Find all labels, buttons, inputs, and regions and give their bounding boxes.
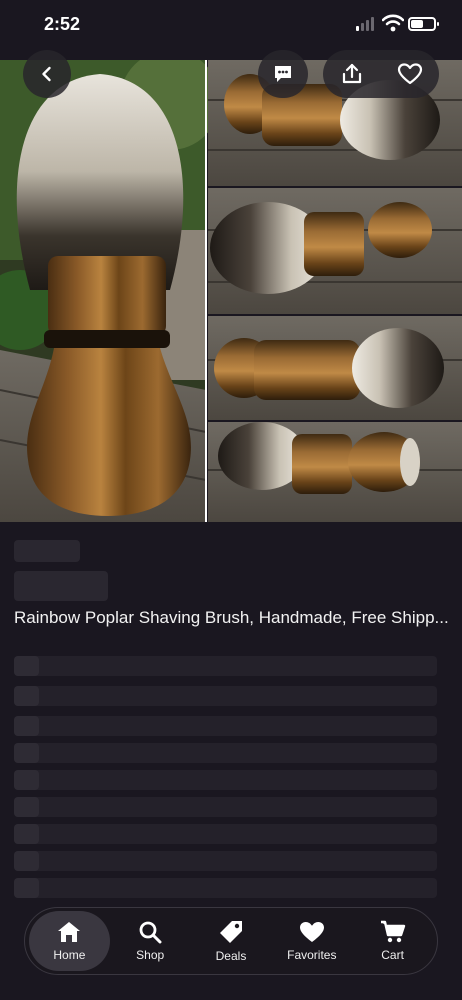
battery-icon <box>408 17 439 31</box>
tab-shop-label: Shop <box>136 948 165 962</box>
tag-icon <box>219 921 242 943</box>
loading-row <box>14 878 437 898</box>
tab-shop[interactable]: Shop <box>110 911 191 971</box>
status-time: 2:52 <box>44 14 81 34</box>
loading-placeholder <box>14 571 108 601</box>
status-bar: 2:52 <box>0 0 462 52</box>
tab-favorites-label: Favorites <box>287 948 337 962</box>
tab-home[interactable]: Home <box>29 911 110 971</box>
chevron-left-icon <box>42 66 51 82</box>
favorite-button[interactable] <box>381 50 439 98</box>
tab-deals[interactable]: Deals <box>191 911 272 971</box>
product-image <box>0 60 462 522</box>
heart-outline-icon <box>397 63 423 85</box>
home-icon <box>58 922 81 942</box>
search-icon <box>139 921 162 944</box>
tab-deals-label: Deals <box>215 949 247 963</box>
wifi-icon <box>382 14 404 32</box>
tab-home-label: Home <box>53 948 86 962</box>
message-icon <box>275 66 291 82</box>
loading-row <box>14 851 437 871</box>
loading-row <box>14 656 437 676</box>
loading-row <box>14 770 437 790</box>
product-image-gallery[interactable] <box>0 60 462 522</box>
cellular-signal-icon <box>356 17 376 31</box>
loading-row <box>14 743 437 763</box>
loading-row <box>14 797 437 817</box>
cart-icon <box>380 920 405 943</box>
tab-cart-label: Cart <box>381 948 404 962</box>
loading-placeholder <box>14 540 80 562</box>
loading-row <box>14 716 437 736</box>
share-icon <box>342 63 362 84</box>
back-button[interactable] <box>23 50 71 98</box>
tab-cart[interactable]: Cart <box>352 911 433 971</box>
product-title: Rainbow Poplar Shaving Brush, Handmade, … <box>14 608 449 627</box>
tab-favorites[interactable]: Favorites <box>271 911 352 971</box>
share-button[interactable] <box>323 50 381 98</box>
loading-row <box>14 686 437 706</box>
bottom-tab-bar: Home Shop Deals Favorites Cart <box>24 907 438 975</box>
loading-row <box>14 824 437 844</box>
heart-icon <box>299 922 324 942</box>
share-favorite-group <box>323 50 439 98</box>
message-button[interactable] <box>258 50 308 98</box>
